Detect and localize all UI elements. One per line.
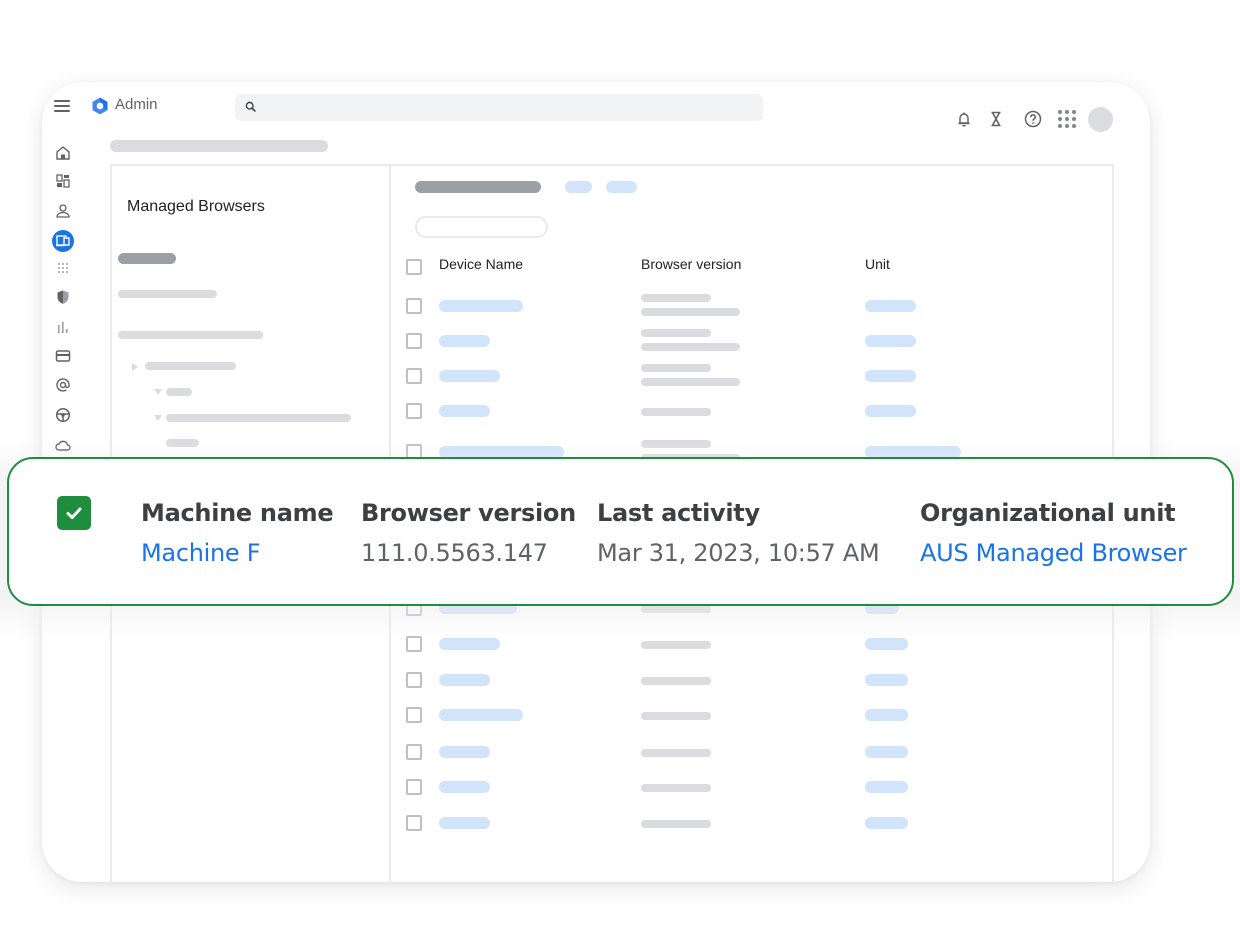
unit-skeleton[interactable] [865, 746, 908, 758]
unit-skeleton[interactable] [865, 300, 916, 312]
unit-skeleton[interactable] [865, 370, 916, 382]
search-icon [245, 101, 256, 112]
org-unit-label: Organizational unit [920, 499, 1176, 527]
column-header-browser-version[interactable]: Browser version [641, 256, 741, 272]
browser-version-skeleton [641, 641, 711, 649]
org-tree-item-skeleton[interactable] [118, 331, 263, 339]
device-name-skeleton[interactable] [439, 300, 523, 312]
table-title-skeleton [415, 181, 541, 193]
app-title: Admin [115, 96, 158, 113]
org-tree-item-skeleton[interactable] [166, 414, 351, 422]
main-menu-icon[interactable] [54, 100, 70, 112]
device-name-skeleton[interactable] [439, 335, 490, 347]
org-tree-item-skeleton[interactable] [166, 388, 192, 396]
security-shield-icon[interactable] [54, 288, 72, 306]
search-input[interactable] [235, 94, 763, 121]
devices-icon[interactable] [52, 230, 74, 252]
users-icon[interactable] [54, 202, 72, 220]
last-activity-label: Last activity [597, 499, 760, 527]
browser-version-skeleton [641, 408, 711, 416]
select-all-checkbox[interactable] [406, 259, 422, 275]
device-name-skeleton[interactable] [439, 370, 500, 382]
expand-arrow-icon[interactable] [132, 363, 138, 371]
browser-version-skeleton [641, 308, 740, 316]
browser-version-label: Browser version [361, 499, 576, 527]
org-unit-link[interactable]: AUS Managed Browser [920, 539, 1187, 567]
browser-version-skeleton [641, 749, 711, 757]
row-checkbox[interactable] [406, 815, 422, 831]
row-checkbox[interactable] [406, 368, 422, 384]
admin-logo-icon [92, 97, 108, 115]
action-link-skeleton[interactable] [565, 181, 592, 193]
selected-device-card[interactable]: Machine name Machine F Browser version 1… [7, 457, 1234, 606]
org-tree-root-skeleton[interactable] [118, 253, 176, 264]
account-at-icon[interactable] [54, 376, 72, 394]
breadcrumb [110, 140, 328, 152]
row-checkbox[interactable] [406, 403, 422, 419]
dashboard-icon[interactable] [54, 172, 72, 190]
unit-skeleton[interactable] [865, 817, 908, 829]
tasks-hourglass-icon[interactable] [986, 109, 1006, 129]
browser-version-skeleton [641, 343, 740, 351]
action-link-skeleton[interactable] [606, 181, 637, 193]
row-checkbox[interactable] [406, 744, 422, 760]
billing-icon[interactable] [54, 347, 72, 365]
unit-skeleton[interactable] [865, 405, 916, 417]
org-tree-item-skeleton[interactable] [118, 290, 217, 298]
unit-skeleton[interactable] [865, 781, 908, 793]
device-name-skeleton[interactable] [439, 746, 490, 758]
browser-version-skeleton [641, 712, 711, 720]
row-checkbox[interactable] [406, 298, 422, 314]
machine-name-link[interactable]: Machine F [141, 539, 261, 567]
device-name-skeleton[interactable] [439, 405, 490, 417]
column-header-unit[interactable]: Unit [865, 256, 890, 272]
browser-version-value: 111.0.5563.147 [361, 539, 548, 567]
reports-icon[interactable] [54, 318, 72, 336]
browser-version-skeleton [641, 820, 711, 828]
unit-skeleton[interactable] [865, 335, 916, 347]
rules-icon[interactable] [54, 406, 72, 424]
home-icon[interactable] [54, 144, 72, 162]
browser-version-skeleton [641, 784, 711, 792]
selected-checkbox[interactable] [57, 496, 91, 530]
device-name-skeleton[interactable] [439, 674, 490, 686]
apps-icon[interactable] [54, 259, 72, 277]
account-avatar[interactable] [1088, 107, 1113, 132]
device-name-skeleton[interactable] [439, 781, 490, 793]
unit-skeleton[interactable] [865, 674, 908, 686]
browser-version-skeleton [641, 378, 740, 386]
browser-version-skeleton [641, 677, 711, 685]
help-icon[interactable] [1023, 109, 1043, 129]
unit-skeleton[interactable] [865, 709, 908, 721]
browser-version-skeleton [641, 364, 711, 372]
last-activity-value: Mar 31, 2023, 10:57 AM [597, 539, 880, 567]
browser-version-skeleton [641, 294, 711, 302]
org-panel-title: Managed Browsers [127, 198, 265, 215]
apps-grid-icon[interactable] [1056, 108, 1078, 130]
row-checkbox[interactable] [406, 707, 422, 723]
browser-version-skeleton [641, 329, 711, 337]
column-header-device-name[interactable]: Device Name [439, 256, 523, 272]
row-checkbox[interactable] [406, 779, 422, 795]
collapse-arrow-icon[interactable] [154, 415, 162, 421]
row-checkbox[interactable] [406, 672, 422, 688]
org-tree-item-skeleton[interactable] [145, 362, 236, 370]
row-checkbox[interactable] [406, 333, 422, 349]
device-name-skeleton[interactable] [439, 817, 490, 829]
collapse-arrow-icon[interactable] [154, 389, 162, 395]
notifications-icon[interactable] [954, 109, 974, 129]
machine-name-label: Machine name [141, 499, 334, 527]
device-name-skeleton[interactable] [439, 709, 523, 721]
checkmark-icon [66, 507, 82, 519]
filter-input[interactable] [415, 216, 548, 238]
